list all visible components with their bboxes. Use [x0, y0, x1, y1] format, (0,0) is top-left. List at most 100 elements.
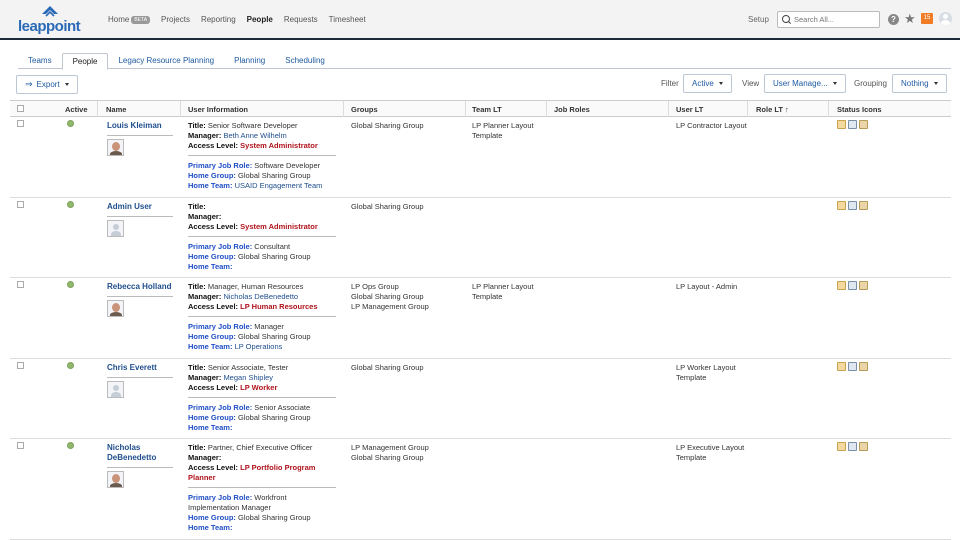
- access-level-value: LP Worker: [240, 383, 278, 392]
- person-name-link[interactable]: Nicholas DeBenedetto: [107, 443, 173, 463]
- profile-status-icon[interactable]: [848, 120, 857, 129]
- active-status-icon: [67, 201, 74, 208]
- notifications-badge[interactable]: 15: [921, 13, 933, 24]
- title-line: Title: Senior Software Developer: [188, 121, 338, 131]
- favorites-star-icon[interactable]: ★: [904, 11, 916, 27]
- calendar-status-icon[interactable]: [859, 362, 868, 371]
- setup-link[interactable]: Setup: [748, 15, 769, 24]
- person-name-link[interactable]: Rebecca Holland: [107, 282, 173, 292]
- column-active[interactable]: Active: [65, 105, 88, 114]
- profile-status-icon[interactable]: [848, 281, 857, 290]
- avatar[interactable]: [107, 381, 124, 398]
- user-information: Title: Senior Associate, Tester Manager:…: [188, 363, 338, 433]
- filter-label: Filter: [661, 79, 679, 88]
- profile-status-icon[interactable]: [848, 201, 857, 210]
- row-checkbox[interactable]: [17, 442, 24, 449]
- filter-dropdown[interactable]: Active: [683, 74, 732, 93]
- home-group-label: Home Group:: [188, 252, 236, 261]
- leappoint-logo[interactable]: leappoint: [18, 4, 88, 36]
- nav-timesheet[interactable]: Timesheet: [329, 15, 366, 24]
- grouping-value: Nothing: [901, 79, 929, 88]
- user-status-icon[interactable]: [837, 281, 846, 290]
- info-divider: [188, 155, 336, 156]
- column-user-lt[interactable]: User LT: [676, 105, 703, 114]
- user-status-icon[interactable]: [837, 362, 846, 371]
- profile-status-icon[interactable]: [848, 362, 857, 371]
- user-status-icon[interactable]: [837, 201, 846, 210]
- table-row[interactable]: Nicholas DeBenedetto Title: Partner, Chi…: [10, 439, 951, 540]
- manager-link[interactable]: Nicholas DeBenedetto: [223, 292, 298, 301]
- status-icons: [837, 120, 868, 129]
- view-dropdown[interactable]: User Manage...: [764, 74, 846, 93]
- nav-home[interactable]: Home BETA: [108, 15, 151, 24]
- row-checkbox[interactable]: [17, 281, 24, 288]
- title-value: Manager, Human Resources: [207, 282, 304, 291]
- column-status-icons[interactable]: Status Icons: [837, 105, 882, 114]
- person-name-link[interactable]: Admin User: [107, 202, 173, 212]
- table-row[interactable]: Rebecca Holland Title: Manager, Human Re…: [10, 278, 951, 359]
- row-checkbox[interactable]: [17, 201, 24, 208]
- home-team-link[interactable]: USAID Engagement Team: [235, 181, 323, 190]
- title-label: Title:: [188, 282, 206, 291]
- table-row[interactable]: Admin User Title: Manager: Access Level:…: [10, 198, 951, 278]
- avatar[interactable]: [107, 471, 124, 488]
- column-user-information[interactable]: User Information: [188, 105, 248, 114]
- nav-people[interactable]: People: [247, 15, 273, 24]
- tab-teams[interactable]: Teams: [18, 53, 62, 69]
- tab-scheduling[interactable]: Scheduling: [275, 53, 335, 69]
- calendar-status-icon[interactable]: [859, 201, 868, 210]
- access-level-line: Access Level: LP Human Resources: [188, 302, 338, 312]
- manager-link[interactable]: Megan Shipley: [223, 373, 273, 382]
- job-role-line: Primary Job Role: Manager: [188, 322, 338, 332]
- avatar[interactable]: [107, 300, 124, 317]
- column-job-roles[interactable]: Job Roles: [554, 105, 590, 114]
- column-role-lt[interactable]: Role LT ↑: [756, 105, 789, 114]
- select-all-checkbox[interactable]: [17, 105, 24, 112]
- table-row[interactable]: Chris Everett Title: Senior Associate, T…: [10, 359, 951, 439]
- column-name[interactable]: Name: [106, 105, 126, 114]
- grouping-dropdown[interactable]: Nothing: [892, 74, 947, 93]
- user-status-icon[interactable]: [837, 120, 846, 129]
- title-label: Title:: [188, 363, 206, 372]
- person-name-link[interactable]: Louis Kleiman: [107, 121, 173, 131]
- export-button[interactable]: ⇒ Export: [16, 75, 78, 94]
- profile-status-icon[interactable]: [848, 442, 857, 451]
- column-divider: [828, 101, 829, 117]
- group-item: LP Management Group: [351, 443, 429, 452]
- user-layout-template: LP Contractor Layout: [676, 121, 747, 130]
- calendar-status-icon[interactable]: [859, 442, 868, 451]
- row-checkbox[interactable]: [17, 362, 24, 369]
- column-groups[interactable]: Groups: [351, 105, 378, 114]
- nav-requests[interactable]: Requests: [284, 15, 318, 24]
- home-team-line: Home Team: USAID Engagement Team: [188, 181, 338, 191]
- search-input[interactable]: [794, 14, 878, 25]
- nav-reporting[interactable]: Reporting: [201, 15, 236, 24]
- row-checkbox[interactable]: [17, 120, 24, 127]
- title-line: Title:: [188, 202, 338, 212]
- home-team-link[interactable]: LP Operations: [235, 342, 283, 351]
- avatar[interactable]: [107, 220, 124, 237]
- help-icon[interactable]: ?: [888, 14, 899, 25]
- group-item: Global Sharing Group: [351, 453, 424, 462]
- tab-planning[interactable]: Planning: [224, 53, 275, 69]
- calendar-status-icon[interactable]: [859, 120, 868, 129]
- avatar[interactable]: [107, 139, 124, 156]
- tab-people[interactable]: People: [61, 53, 109, 70]
- access-level-value: LP Human Resources: [240, 302, 318, 311]
- column-team-lt[interactable]: Team LT: [472, 105, 502, 114]
- nav-projects[interactable]: Projects: [161, 15, 190, 24]
- home-group-value: Global Sharing Group: [238, 332, 311, 341]
- name-divider: [107, 377, 173, 378]
- groups-cell: Global Sharing Group: [351, 202, 461, 212]
- person-name-link[interactable]: Chris Everett: [107, 363, 173, 373]
- access-level-label: Access Level:: [188, 302, 239, 311]
- tab-legacy-resource-planning[interactable]: Legacy Resource Planning: [108, 53, 224, 69]
- home-group-value: Global Sharing Group: [238, 413, 311, 422]
- user-avatar[interactable]: [939, 12, 952, 25]
- manager-link[interactable]: Beth Anne Wilhelm: [223, 131, 286, 140]
- user-status-icon[interactable]: [837, 442, 846, 451]
- calendar-status-icon[interactable]: [859, 281, 868, 290]
- home-group-label: Home Group:: [188, 332, 236, 341]
- global-search[interactable]: [777, 11, 880, 28]
- table-row[interactable]: Louis Kleiman Title: Senior Software Dev…: [10, 117, 951, 198]
